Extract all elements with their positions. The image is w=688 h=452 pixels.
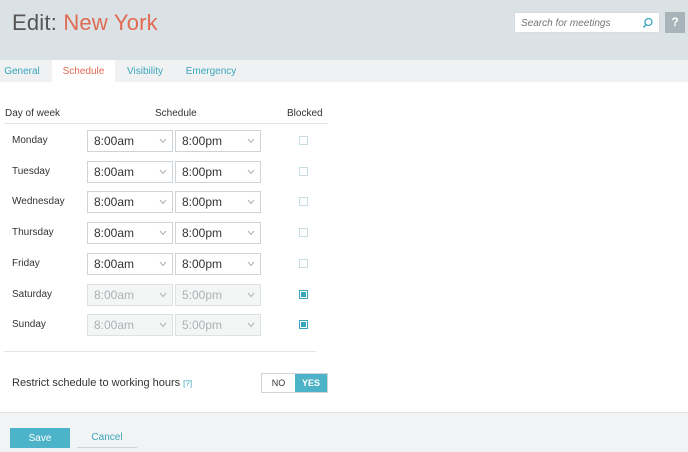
blocked-checkbox[interactable]: [299, 320, 308, 330]
table-row: Friday 8:00am 8:00pm: [0, 252, 340, 275]
table-row: Monday 8:00am 8:00pm: [0, 130, 340, 152]
start-time-select[interactable]: 8:00am: [87, 222, 173, 245]
chevron-down-icon: [247, 169, 255, 174]
end-time-select[interactable]: 8:00pm: [175, 130, 261, 152]
chevron-down-icon: [159, 138, 167, 144]
chevron-down-icon: [159, 169, 167, 174]
end-time-select[interactable]: 8:00pm: [175, 252, 261, 275]
day-label: Friday: [12, 257, 40, 269]
chevron-down-icon: [159, 322, 167, 328]
chevron-down-icon: [247, 200, 255, 205]
table-row: Saturday 8:00am 5:00pm: [0, 283, 340, 306]
tab-emergency[interactable]: Emergency: [182, 60, 240, 82]
blocked-checkbox[interactable]: [299, 228, 308, 238]
end-time-value: 8:00pm: [182, 226, 223, 241]
column-header-day: Day of week: [5, 108, 61, 119]
search-input[interactable]: [515, 14, 635, 33]
start-time-value: 8:00am: [94, 318, 135, 333]
section-divider: [4, 351, 316, 352]
day-label: Monday: [12, 135, 48, 146]
blocked-checkbox[interactable]: [299, 166, 308, 176]
end-time-value: 5:00pm: [182, 318, 223, 333]
day-label: Wednesday: [12, 196, 65, 208]
title-name: New York: [63, 10, 158, 35]
title-prefix: Edit:: [12, 10, 64, 35]
end-time-value: 8:00pm: [182, 134, 223, 148]
end-time-value: 5:00pm: [182, 287, 223, 302]
restrict-toggle[interactable]: NO YES: [261, 373, 328, 393]
end-time-select[interactable]: 8:00pm: [175, 222, 261, 245]
blocked-checkbox[interactable]: [299, 258, 308, 268]
chevron-down-icon: [247, 292, 255, 297]
chevron-down-icon: [247, 322, 255, 328]
footer-bar: Save Cancel: [0, 412, 688, 452]
start-time-value: 8:00am: [94, 226, 135, 241]
column-header-blocked: Blocked: [287, 108, 323, 119]
end-time-value: 8:00pm: [182, 164, 223, 179]
page-title: Edit: New York: [12, 10, 158, 36]
end-time-select[interactable]: 5:00pm: [175, 314, 261, 337]
chevron-down-icon: [247, 230, 255, 236]
chevron-down-icon: [159, 230, 167, 236]
day-label: Saturday: [12, 288, 53, 300]
start-time-value: 8:00am: [94, 134, 135, 148]
start-time-value: 8:00am: [94, 164, 135, 179]
start-time-select[interactable]: 8:00am: [87, 252, 173, 275]
toggle-yes[interactable]: YES: [295, 374, 327, 392]
help-button[interactable]: ?: [665, 12, 685, 33]
start-time-select[interactable]: 8:00am: [87, 130, 173, 152]
tab-general[interactable]: General: [0, 60, 44, 82]
start-time-select[interactable]: 8:00am: [87, 191, 173, 214]
restrict-label: Restrict schedule to working hours [?]: [12, 377, 192, 389]
save-button[interactable]: Save: [10, 428, 70, 448]
day-label: Thursday: [12, 227, 54, 239]
end-time-value: 8:00pm: [182, 195, 223, 210]
table-row: Sunday 8:00am 5:00pm: [0, 314, 340, 337]
blocked-checkbox[interactable]: [299, 197, 308, 207]
search-icon[interactable]: [642, 17, 654, 29]
end-time-select[interactable]: 8:00pm: [175, 160, 261, 183]
start-time-select[interactable]: 8:00am: [87, 283, 173, 306]
blocked-checkbox[interactable]: [299, 136, 308, 145]
tab-bar: General Schedule Visibility Emergency: [0, 60, 688, 82]
restrict-label-text: Restrict schedule to working hours: [12, 377, 181, 389]
search-box[interactable]: [514, 12, 660, 33]
day-label: Sunday: [12, 319, 46, 331]
restrict-help-link[interactable]: [?]: [183, 379, 192, 388]
start-time-value: 8:00am: [94, 256, 135, 271]
tab-visibility[interactable]: Visibility: [122, 60, 168, 82]
header-divider: [4, 123, 328, 124]
table-row: Tuesday 8:00am 8:00pm: [0, 160, 340, 183]
day-label: Tuesday: [12, 165, 50, 177]
chevron-down-icon: [247, 138, 255, 144]
end-time-value: 8:00pm: [182, 256, 223, 271]
start-time-select[interactable]: 8:00am: [87, 314, 173, 337]
chevron-down-icon: [247, 261, 255, 267]
end-time-select[interactable]: 8:00pm: [175, 191, 261, 214]
tab-schedule[interactable]: Schedule: [52, 60, 115, 82]
start-time-select[interactable]: 8:00am: [87, 160, 173, 183]
page-header: Edit: New York ?: [0, 0, 688, 60]
start-time-value: 8:00am: [94, 195, 135, 210]
chevron-down-icon: [159, 200, 167, 205]
table-row: Thursday 8:00am 8:00pm: [0, 222, 340, 245]
blocked-checkbox[interactable]: [299, 289, 308, 299]
chevron-down-icon: [159, 261, 167, 267]
start-time-value: 8:00am: [94, 287, 135, 302]
column-header-schedule: Schedule: [155, 108, 197, 119]
toggle-no[interactable]: NO: [262, 374, 295, 392]
chevron-down-icon: [159, 292, 167, 297]
end-time-select[interactable]: 5:00pm: [175, 283, 261, 306]
table-row: Wednesday 8:00am 8:00pm: [0, 191, 340, 214]
cancel-button[interactable]: Cancel: [77, 428, 137, 448]
